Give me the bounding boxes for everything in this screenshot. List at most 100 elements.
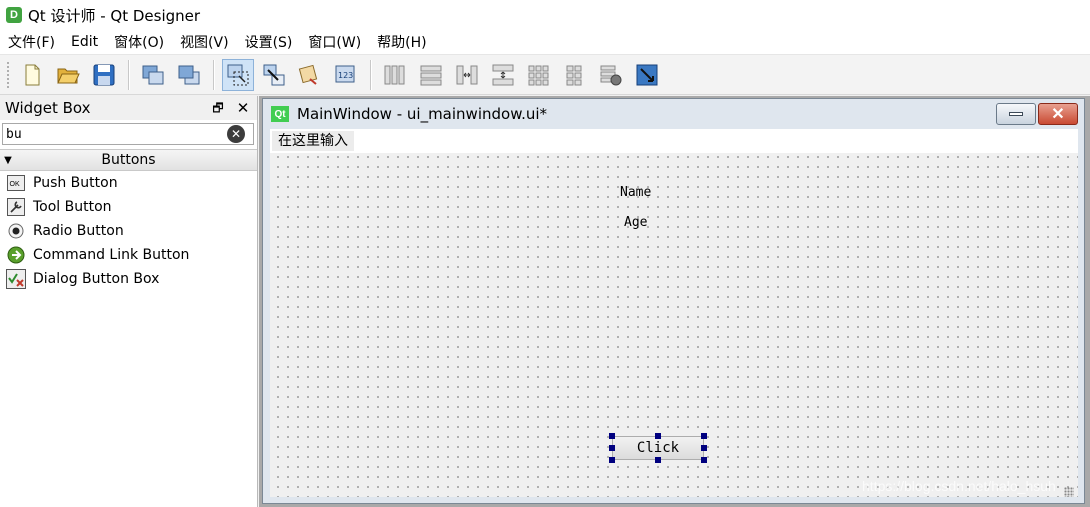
widget-box-panel: Widget Box 🗗 ✕ ✕ ▼ Buttons OK Push Butto… <box>0 96 258 507</box>
edit-widgets-icon <box>227 64 249 85</box>
toolbar-grip[interactable] <box>6 60 10 89</box>
push-button-icon: OK <box>6 173 26 193</box>
category-label: Buttons <box>101 152 156 168</box>
float-panel-icon[interactable]: 🗗 <box>211 102 225 114</box>
edit-buddies-button[interactable] <box>294 59 326 91</box>
toolbar-separator <box>370 59 371 90</box>
menu-settings[interactable]: 设置(S) <box>237 32 301 52</box>
send-back-button[interactable] <box>137 59 169 91</box>
menu-edit[interactable]: Edit <box>63 34 106 50</box>
new-form-icon <box>25 64 40 85</box>
close-button[interactable]: ✕ <box>1038 103 1078 125</box>
menu-window[interactable]: 窗口(W) <box>300 32 369 52</box>
open-form-icon <box>57 68 80 83</box>
widget-filter-box: ✕ <box>2 123 254 145</box>
adjust-size-button[interactable] <box>631 59 663 91</box>
widget-item-radio-button[interactable]: Radio Button <box>0 219 257 243</box>
widget-filter-input[interactable] <box>3 124 227 144</box>
mdi-area: Qt MainWindow - ui_mainwindow.ui* ✕ 在这里输… <box>259 96 1090 507</box>
layout-horizontal-splitter-button[interactable] <box>451 59 483 91</box>
tool-button-icon <box>6 197 26 217</box>
layout-vertical-splitter-icon <box>492 64 514 85</box>
widget-item-label: Command Link Button <box>33 247 190 263</box>
layout-horizontal-button[interactable] <box>379 59 411 91</box>
bring-front-icon <box>178 65 200 84</box>
menu-form[interactable]: 窗体(O) <box>106 32 172 52</box>
menu-view[interactable]: 视图(V) <box>172 32 237 52</box>
category-header-buttons[interactable]: ▼ Buttons <box>0 149 257 171</box>
close-icon: ✕ <box>1051 106 1065 123</box>
save-form-icon <box>93 64 115 85</box>
resize-handle[interactable] <box>701 433 707 439</box>
form-canvas[interactable]: 在这里输入 Name Age Click <box>270 129 1078 497</box>
widget-item-label: Tool Button <box>33 199 112 215</box>
resize-handle[interactable] <box>701 457 707 463</box>
edit-tab-order-icon: 123 <box>335 65 355 82</box>
bring-front-button[interactable] <box>173 59 205 91</box>
layout-vertical-button[interactable] <box>415 59 447 91</box>
subwindow-title: MainWindow - ui_mainwindow.ui* <box>297 105 548 123</box>
menu-file[interactable]: 文件(F) <box>0 32 63 52</box>
close-panel-icon[interactable]: ✕ <box>233 99 253 117</box>
widget-box-header: Widget Box 🗗 ✕ <box>0 96 257 120</box>
open-form-button[interactable] <box>52 59 84 91</box>
layout-vertical-icon <box>420 65 442 85</box>
resize-handle[interactable] <box>609 445 615 451</box>
label-name[interactable]: Name <box>620 185 651 200</box>
menu-help[interactable]: 帮助(H) <box>369 32 434 52</box>
minimize-button[interactable] <box>996 103 1036 125</box>
layout-vertical-splitter-button[interactable] <box>487 59 519 91</box>
command-link-icon <box>6 245 26 265</box>
widget-item-label: Radio Button <box>33 223 124 239</box>
form-menu-bar: 在这里输入 <box>270 129 1078 153</box>
dialog-button-box-icon <box>6 269 26 289</box>
layout-grid-icon <box>528 65 549 85</box>
radio-button-icon <box>6 221 26 241</box>
resize-handle[interactable] <box>655 457 661 463</box>
window-controls: ✕ <box>996 103 1078 125</box>
minimize-icon <box>1009 112 1023 116</box>
new-form-button[interactable] <box>16 59 48 91</box>
widget-item-label: Push Button <box>33 175 118 191</box>
menu-bar: 文件(F) Edit 窗体(O) 视图(V) 设置(S) 窗口(W) 帮助(H) <box>0 30 1090 55</box>
resize-handle[interactable] <box>655 433 661 439</box>
break-layout-button[interactable] <box>595 59 627 91</box>
subwindow-title-bar[interactable]: Qt MainWindow - ui_mainwindow.ui* ✕ <box>263 99 1084 129</box>
resize-handle[interactable] <box>609 433 615 439</box>
edit-buddies-icon <box>298 64 318 85</box>
layout-grid-button[interactable] <box>523 59 555 91</box>
label-age[interactable]: Age <box>624 215 647 230</box>
break-layout-icon <box>600 65 622 85</box>
save-form-button[interactable] <box>88 59 120 91</box>
watermark-text: https://blog.csdn.net/halo_hsuh <box>862 478 1056 494</box>
window-title: Qt 设计师 - Qt Designer <box>28 6 201 25</box>
title-bar: D Qt 设计师 - Qt Designer <box>0 0 1090 30</box>
widget-item-dialog-button-box[interactable]: Dialog Button Box <box>0 267 257 291</box>
resize-handle[interactable] <box>701 445 707 451</box>
edit-tab-order-button[interactable]: 123 <box>330 59 362 91</box>
size-grip[interactable] <box>1064 487 1074 497</box>
send-back-icon <box>142 65 164 84</box>
resize-handle[interactable] <box>609 457 615 463</box>
widget-item-push-button[interactable]: OK Push Button <box>0 171 257 195</box>
adjust-size-icon <box>636 64 658 85</box>
clear-filter-icon[interactable]: ✕ <box>227 125 245 143</box>
main-toolbar: 123 <box>0 55 1090 95</box>
widget-item-tool-button[interactable]: Tool Button <box>0 195 257 219</box>
edit-widgets-button[interactable] <box>222 58 254 91</box>
toolbar-separator <box>213 59 214 90</box>
form-subwindow: Qt MainWindow - ui_mainwindow.ui* ✕ 在这里输… <box>262 98 1085 504</box>
layout-horizontal-icon <box>384 65 405 84</box>
svg-text:123: 123 <box>338 71 353 80</box>
widget-box-title: Widget Box <box>5 99 91 117</box>
qt-logo-icon: Qt <box>271 106 289 122</box>
selected-push-button: Click <box>609 433 707 463</box>
widget-item-label: Dialog Button Box <box>33 271 160 287</box>
layout-form-button[interactable] <box>559 59 591 91</box>
widget-item-command-link-button[interactable]: Command Link Button <box>0 243 257 267</box>
layout-horizontal-splitter-icon <box>456 65 478 84</box>
svg-text:OK: OK <box>10 181 20 188</box>
edit-signals-slots-button[interactable] <box>258 59 290 91</box>
form-menu-placeholder[interactable]: 在这里输入 <box>272 131 354 151</box>
layout-form-icon <box>566 65 582 85</box>
